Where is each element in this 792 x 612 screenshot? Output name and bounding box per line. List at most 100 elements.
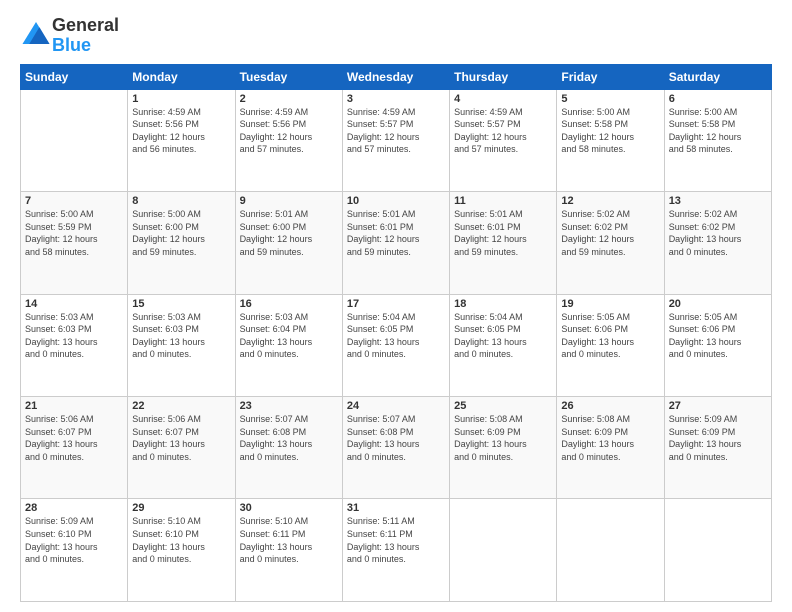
day-info: Sunrise: 5:03 AM Sunset: 6:03 PM Dayligh…	[132, 311, 230, 361]
calendar-cell: 20Sunrise: 5:05 AM Sunset: 6:06 PM Dayli…	[664, 294, 771, 396]
day-number: 16	[240, 298, 338, 310]
calendar-cell: 3Sunrise: 4:59 AM Sunset: 5:57 PM Daylig…	[342, 89, 449, 191]
day-info: Sunrise: 5:06 AM Sunset: 6:07 PM Dayligh…	[25, 413, 123, 463]
day-number: 25	[454, 400, 552, 412]
week-row-3: 21Sunrise: 5:06 AM Sunset: 6:07 PM Dayli…	[21, 397, 772, 499]
day-info: Sunrise: 5:04 AM Sunset: 6:05 PM Dayligh…	[347, 311, 445, 361]
day-info: Sunrise: 5:10 AM Sunset: 6:11 PM Dayligh…	[240, 515, 338, 565]
calendar-cell: 11Sunrise: 5:01 AM Sunset: 6:01 PM Dayli…	[450, 192, 557, 294]
calendar-cell: 14Sunrise: 5:03 AM Sunset: 6:03 PM Dayli…	[21, 294, 128, 396]
day-info: Sunrise: 5:01 AM Sunset: 6:01 PM Dayligh…	[454, 208, 552, 258]
day-number: 8	[132, 195, 230, 207]
logo-general: General	[52, 16, 119, 36]
day-info: Sunrise: 5:05 AM Sunset: 6:06 PM Dayligh…	[561, 311, 659, 361]
calendar-cell: 27Sunrise: 5:09 AM Sunset: 6:09 PM Dayli…	[664, 397, 771, 499]
day-info: Sunrise: 5:03 AM Sunset: 6:03 PM Dayligh…	[25, 311, 123, 361]
day-info: Sunrise: 5:07 AM Sunset: 6:08 PM Dayligh…	[240, 413, 338, 463]
day-info: Sunrise: 5:02 AM Sunset: 6:02 PM Dayligh…	[561, 208, 659, 258]
day-info: Sunrise: 4:59 AM Sunset: 5:56 PM Dayligh…	[132, 106, 230, 156]
day-number: 30	[240, 502, 338, 514]
calendar-cell: 18Sunrise: 5:04 AM Sunset: 6:05 PM Dayli…	[450, 294, 557, 396]
logo: General Blue	[20, 16, 119, 56]
day-info: Sunrise: 5:01 AM Sunset: 6:01 PM Dayligh…	[347, 208, 445, 258]
week-row-4: 28Sunrise: 5:09 AM Sunset: 6:10 PM Dayli…	[21, 499, 772, 602]
calendar-cell: 31Sunrise: 5:11 AM Sunset: 6:11 PM Dayli…	[342, 499, 449, 602]
day-number: 19	[561, 298, 659, 310]
week-row-1: 7Sunrise: 5:00 AM Sunset: 5:59 PM Daylig…	[21, 192, 772, 294]
day-number: 4	[454, 93, 552, 105]
day-info: Sunrise: 4:59 AM Sunset: 5:57 PM Dayligh…	[454, 106, 552, 156]
weekday-wednesday: Wednesday	[342, 64, 449, 89]
day-info: Sunrise: 5:00 AM Sunset: 5:58 PM Dayligh…	[669, 106, 767, 156]
day-number: 12	[561, 195, 659, 207]
day-number: 27	[669, 400, 767, 412]
day-info: Sunrise: 5:09 AM Sunset: 6:09 PM Dayligh…	[669, 413, 767, 463]
day-number: 11	[454, 195, 552, 207]
calendar-cell: 15Sunrise: 5:03 AM Sunset: 6:03 PM Dayli…	[128, 294, 235, 396]
page: General Blue SundayMondayTuesdayWednesda…	[0, 0, 792, 612]
day-info: Sunrise: 5:00 AM Sunset: 5:59 PM Dayligh…	[25, 208, 123, 258]
weekday-saturday: Saturday	[664, 64, 771, 89]
day-number: 10	[347, 195, 445, 207]
day-info: Sunrise: 4:59 AM Sunset: 5:56 PM Dayligh…	[240, 106, 338, 156]
calendar-cell: 9Sunrise: 5:01 AM Sunset: 6:00 PM Daylig…	[235, 192, 342, 294]
day-number: 26	[561, 400, 659, 412]
day-info: Sunrise: 4:59 AM Sunset: 5:57 PM Dayligh…	[347, 106, 445, 156]
day-info: Sunrise: 5:07 AM Sunset: 6:08 PM Dayligh…	[347, 413, 445, 463]
day-number: 15	[132, 298, 230, 310]
weekday-tuesday: Tuesday	[235, 64, 342, 89]
calendar-cell: 24Sunrise: 5:07 AM Sunset: 6:08 PM Dayli…	[342, 397, 449, 499]
day-info: Sunrise: 5:09 AM Sunset: 6:10 PM Dayligh…	[25, 515, 123, 565]
calendar-cell: 10Sunrise: 5:01 AM Sunset: 6:01 PM Dayli…	[342, 192, 449, 294]
day-number: 28	[25, 502, 123, 514]
day-number: 14	[25, 298, 123, 310]
calendar-cell: 16Sunrise: 5:03 AM Sunset: 6:04 PM Dayli…	[235, 294, 342, 396]
calendar-cell: 23Sunrise: 5:07 AM Sunset: 6:08 PM Dayli…	[235, 397, 342, 499]
weekday-friday: Friday	[557, 64, 664, 89]
calendar-cell: 19Sunrise: 5:05 AM Sunset: 6:06 PM Dayli…	[557, 294, 664, 396]
calendar-table: SundayMondayTuesdayWednesdayThursdayFrid…	[20, 64, 772, 602]
calendar-cell	[664, 499, 771, 602]
calendar-cell: 17Sunrise: 5:04 AM Sunset: 6:05 PM Dayli…	[342, 294, 449, 396]
header: General Blue	[20, 16, 772, 56]
calendar-cell: 12Sunrise: 5:02 AM Sunset: 6:02 PM Dayli…	[557, 192, 664, 294]
day-number: 31	[347, 502, 445, 514]
weekday-sunday: Sunday	[21, 64, 128, 89]
calendar-cell: 30Sunrise: 5:10 AM Sunset: 6:11 PM Dayli…	[235, 499, 342, 602]
calendar-cell: 28Sunrise: 5:09 AM Sunset: 6:10 PM Dayli…	[21, 499, 128, 602]
day-number: 17	[347, 298, 445, 310]
day-number: 18	[454, 298, 552, 310]
week-row-2: 14Sunrise: 5:03 AM Sunset: 6:03 PM Dayli…	[21, 294, 772, 396]
day-info: Sunrise: 5:00 AM Sunset: 6:00 PM Dayligh…	[132, 208, 230, 258]
calendar-cell: 21Sunrise: 5:06 AM Sunset: 6:07 PM Dayli…	[21, 397, 128, 499]
day-info: Sunrise: 5:00 AM Sunset: 5:58 PM Dayligh…	[561, 106, 659, 156]
day-number: 7	[25, 195, 123, 207]
logo-blue: Blue	[52, 36, 119, 56]
day-number: 20	[669, 298, 767, 310]
calendar-cell	[21, 89, 128, 191]
calendar-cell: 7Sunrise: 5:00 AM Sunset: 5:59 PM Daylig…	[21, 192, 128, 294]
calendar-cell: 26Sunrise: 5:08 AM Sunset: 6:09 PM Dayli…	[557, 397, 664, 499]
day-info: Sunrise: 5:08 AM Sunset: 6:09 PM Dayligh…	[454, 413, 552, 463]
calendar-cell: 6Sunrise: 5:00 AM Sunset: 5:58 PM Daylig…	[664, 89, 771, 191]
week-row-0: 1Sunrise: 4:59 AM Sunset: 5:56 PM Daylig…	[21, 89, 772, 191]
calendar-cell: 5Sunrise: 5:00 AM Sunset: 5:58 PM Daylig…	[557, 89, 664, 191]
weekday-thursday: Thursday	[450, 64, 557, 89]
day-info: Sunrise: 5:08 AM Sunset: 6:09 PM Dayligh…	[561, 413, 659, 463]
day-info: Sunrise: 5:06 AM Sunset: 6:07 PM Dayligh…	[132, 413, 230, 463]
day-number: 1	[132, 93, 230, 105]
calendar-cell: 1Sunrise: 4:59 AM Sunset: 5:56 PM Daylig…	[128, 89, 235, 191]
day-number: 21	[25, 400, 123, 412]
day-number: 29	[132, 502, 230, 514]
day-info: Sunrise: 5:03 AM Sunset: 6:04 PM Dayligh…	[240, 311, 338, 361]
weekday-header-row: SundayMondayTuesdayWednesdayThursdayFrid…	[21, 64, 772, 89]
day-info: Sunrise: 5:10 AM Sunset: 6:10 PM Dayligh…	[132, 515, 230, 565]
weekday-monday: Monday	[128, 64, 235, 89]
calendar-cell: 29Sunrise: 5:10 AM Sunset: 6:10 PM Dayli…	[128, 499, 235, 602]
calendar-cell	[450, 499, 557, 602]
day-info: Sunrise: 5:11 AM Sunset: 6:11 PM Dayligh…	[347, 515, 445, 565]
calendar-cell: 4Sunrise: 4:59 AM Sunset: 5:57 PM Daylig…	[450, 89, 557, 191]
day-number: 13	[669, 195, 767, 207]
calendar-cell: 25Sunrise: 5:08 AM Sunset: 6:09 PM Dayli…	[450, 397, 557, 499]
day-info: Sunrise: 5:05 AM Sunset: 6:06 PM Dayligh…	[669, 311, 767, 361]
